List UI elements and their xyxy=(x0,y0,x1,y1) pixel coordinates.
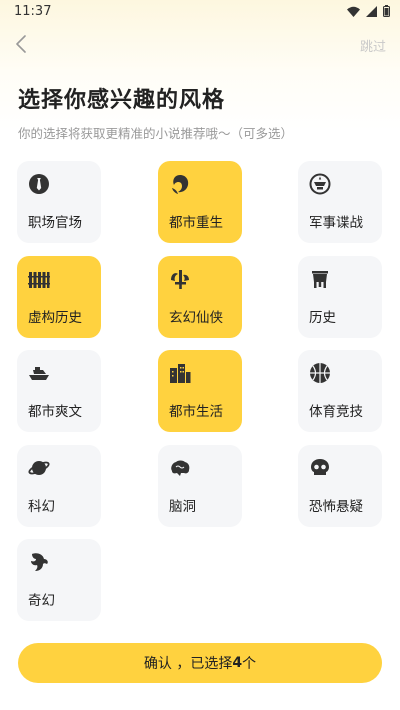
genre-label: 军事谍战 xyxy=(309,215,363,231)
basketball-icon xyxy=(310,363,330,383)
genre-label: 都市生活 xyxy=(169,404,223,420)
status-time: 11:37 xyxy=(14,4,52,19)
skull-icon xyxy=(311,459,329,475)
city-buildings-icon xyxy=(170,364,191,383)
bamboo-scroll-icon xyxy=(28,272,50,288)
chevron-left-icon xyxy=(16,35,26,53)
dragon-icon xyxy=(31,553,48,571)
genre-card-urban-rebirth[interactable]: 都市重生 xyxy=(158,161,242,243)
confirm-suffix: 个 xyxy=(242,656,257,672)
genre-card-horror[interactable]: 恐怖悬疑 xyxy=(298,445,382,527)
battery-icon xyxy=(383,5,390,17)
genre-card-workplace[interactable]: 职场官场 xyxy=(17,161,101,243)
ancient-vessel-icon xyxy=(312,271,328,288)
page-subtitle: 你的选择将获取更精准的小说推荐哦～（可多选） xyxy=(18,126,294,141)
genre-label: 奇幻 xyxy=(28,593,55,609)
genre-card-sci-fi[interactable]: 科幻 xyxy=(17,445,101,527)
tie-icon xyxy=(29,174,49,194)
confirm-prefix: 确认 ，已选择 xyxy=(143,656,233,672)
confirm-button[interactable]: 确认 ，已选择 4 个 xyxy=(18,643,382,683)
genre-label: 体育竞技 xyxy=(309,404,363,420)
wifi-icon xyxy=(347,6,360,17)
genre-label: 玄幻仙侠 xyxy=(169,310,223,326)
navigation-bar: 跳过 xyxy=(0,28,400,60)
genre-card-fictional-history[interactable]: 虚构历史 xyxy=(17,256,101,338)
genre-card-sports[interactable]: 体育竞技 xyxy=(298,350,382,432)
genre-card-urban-cool[interactable]: 都市爽文 xyxy=(17,350,101,432)
page-title: 选择你感兴趣的风格 xyxy=(18,88,226,113)
status-icons xyxy=(347,5,390,17)
genre-card-urban-life[interactable]: 都市生活 xyxy=(158,350,242,432)
genre-card-fantasy-xianxia[interactable]: 玄幻仙侠 xyxy=(158,256,242,338)
military-badge-icon xyxy=(309,173,331,195)
brain-icon xyxy=(171,460,190,476)
genre-label: 虚构历史 xyxy=(28,310,82,326)
genre-label: 职场官场 xyxy=(28,215,82,231)
signal-icon xyxy=(366,5,377,17)
yacht-icon xyxy=(29,367,49,380)
genre-label: 科幻 xyxy=(28,499,55,515)
genre-label: 历史 xyxy=(309,310,336,326)
genre-card-history[interactable]: 历史 xyxy=(298,256,382,338)
genre-card-military[interactable]: 军事谍战 xyxy=(298,161,382,243)
sword-icon xyxy=(171,270,189,289)
back-button[interactable] xyxy=(10,30,32,58)
genre-label: 都市爽文 xyxy=(28,404,82,420)
status-bar: 11:37 xyxy=(0,0,400,24)
phoenix-icon xyxy=(172,175,189,194)
genre-card-brain-hole[interactable]: 脑洞 xyxy=(158,445,242,527)
skip-button[interactable]: 跳过 xyxy=(360,36,386,55)
selected-count: 4 xyxy=(232,655,243,671)
genre-label: 都市重生 xyxy=(169,215,223,231)
genre-label: 恐怖悬疑 xyxy=(309,499,363,515)
planet-icon xyxy=(28,461,50,475)
genre-label: 脑洞 xyxy=(169,499,196,515)
genre-card-fantasy[interactable]: 奇幻 xyxy=(17,539,101,621)
